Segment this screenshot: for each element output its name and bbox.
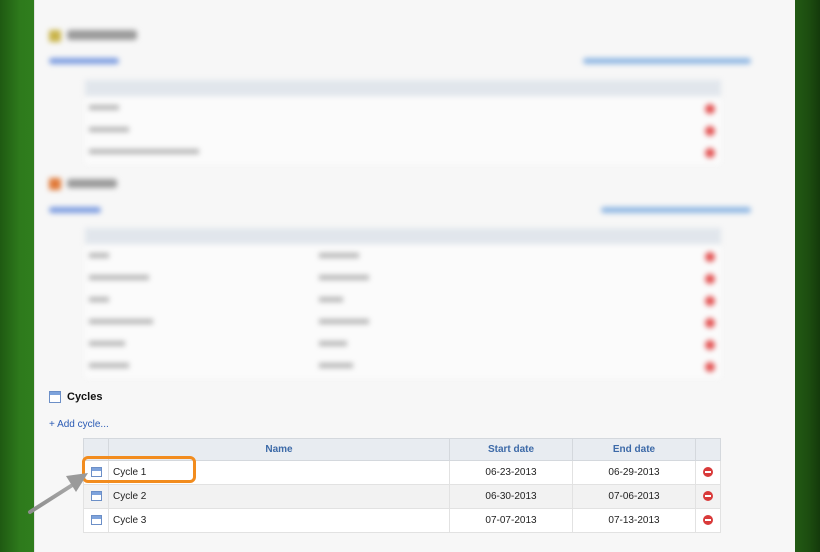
delete-cell xyxy=(695,508,721,533)
blurred-text xyxy=(319,275,369,280)
delete-icon[interactable] xyxy=(703,467,713,478)
blurred-delete xyxy=(705,362,715,372)
blurred-delete xyxy=(705,148,715,158)
blurred-table-body xyxy=(85,246,721,378)
blurred-section-icon xyxy=(49,30,61,42)
blurred-link xyxy=(49,207,101,213)
blurred-link xyxy=(49,58,119,64)
cycle-name[interactable]: Cycle 3 xyxy=(108,508,450,533)
cycle-end-date: 06-29-2013 xyxy=(572,460,696,485)
blurred-content xyxy=(35,0,795,380)
cycle-name[interactable]: Cycle 2 xyxy=(108,484,450,509)
blurred-text xyxy=(319,319,369,324)
cycle-end-date: 07-06-2013 xyxy=(572,484,696,509)
blurred-text xyxy=(89,253,109,258)
blurred-link xyxy=(601,207,751,213)
blurred-table-header xyxy=(85,228,721,244)
blurred-delete xyxy=(705,318,715,328)
blurred-text xyxy=(89,127,129,132)
content-panel: Cycles + Add cycle... Name Start date En… xyxy=(34,0,795,552)
blurred-text xyxy=(89,341,125,346)
cycles-table: Name Start date End date Cycle 1 06-23-2… xyxy=(83,438,721,533)
cycles-section-title: Cycles xyxy=(67,391,103,403)
blurred-text xyxy=(89,275,149,280)
col-delete-header xyxy=(695,438,721,461)
cycle-start-date: 06-30-2013 xyxy=(449,484,573,509)
table-row[interactable]: Cycle 3 07-07-2013 07-13-2013 xyxy=(83,508,721,533)
table-row[interactable]: Cycle 2 06-30-2013 07-06-2013 xyxy=(83,484,721,509)
blurred-text xyxy=(319,363,353,368)
delete-icon[interactable] xyxy=(703,515,713,526)
blurred-text xyxy=(89,297,109,302)
blurred-delete xyxy=(705,340,715,350)
delete-cell xyxy=(695,484,721,509)
col-end-date-header[interactable]: End date xyxy=(572,438,696,461)
blurred-section-icon xyxy=(49,178,61,190)
blurred-link xyxy=(583,58,751,64)
blurred-table-header xyxy=(85,80,721,96)
delete-cell xyxy=(695,460,721,485)
blurred-text xyxy=(89,105,119,110)
highlight-box xyxy=(82,456,196,483)
blurred-delete xyxy=(705,274,715,284)
blurred-text xyxy=(89,363,129,368)
blurred-delete xyxy=(705,296,715,306)
row-icon-cell xyxy=(83,508,109,533)
delete-icon[interactable] xyxy=(703,491,713,502)
blurred-section-title xyxy=(67,30,137,40)
cycle-end-date: 07-13-2013 xyxy=(572,508,696,533)
cycle-start-date: 07-07-2013 xyxy=(449,508,573,533)
blurred-text xyxy=(319,253,359,258)
add-cycle-link[interactable]: + Add cycle... xyxy=(49,419,109,430)
blurred-delete xyxy=(705,126,715,136)
blurred-text xyxy=(319,297,343,302)
row-icon-cell xyxy=(83,484,109,509)
blurred-text xyxy=(89,319,153,324)
blurred-text xyxy=(319,341,347,346)
blurred-text xyxy=(89,149,199,154)
blurred-delete xyxy=(705,104,715,114)
blurred-delete xyxy=(705,252,715,262)
blurred-section-title xyxy=(67,179,117,188)
blurred-table-body xyxy=(85,98,721,164)
col-start-date-header[interactable]: Start date xyxy=(449,438,573,461)
cycle-start-date: 06-23-2013 xyxy=(449,460,573,485)
calendar-icon xyxy=(49,391,61,403)
calendar-icon xyxy=(90,491,102,502)
calendar-icon xyxy=(90,515,102,526)
